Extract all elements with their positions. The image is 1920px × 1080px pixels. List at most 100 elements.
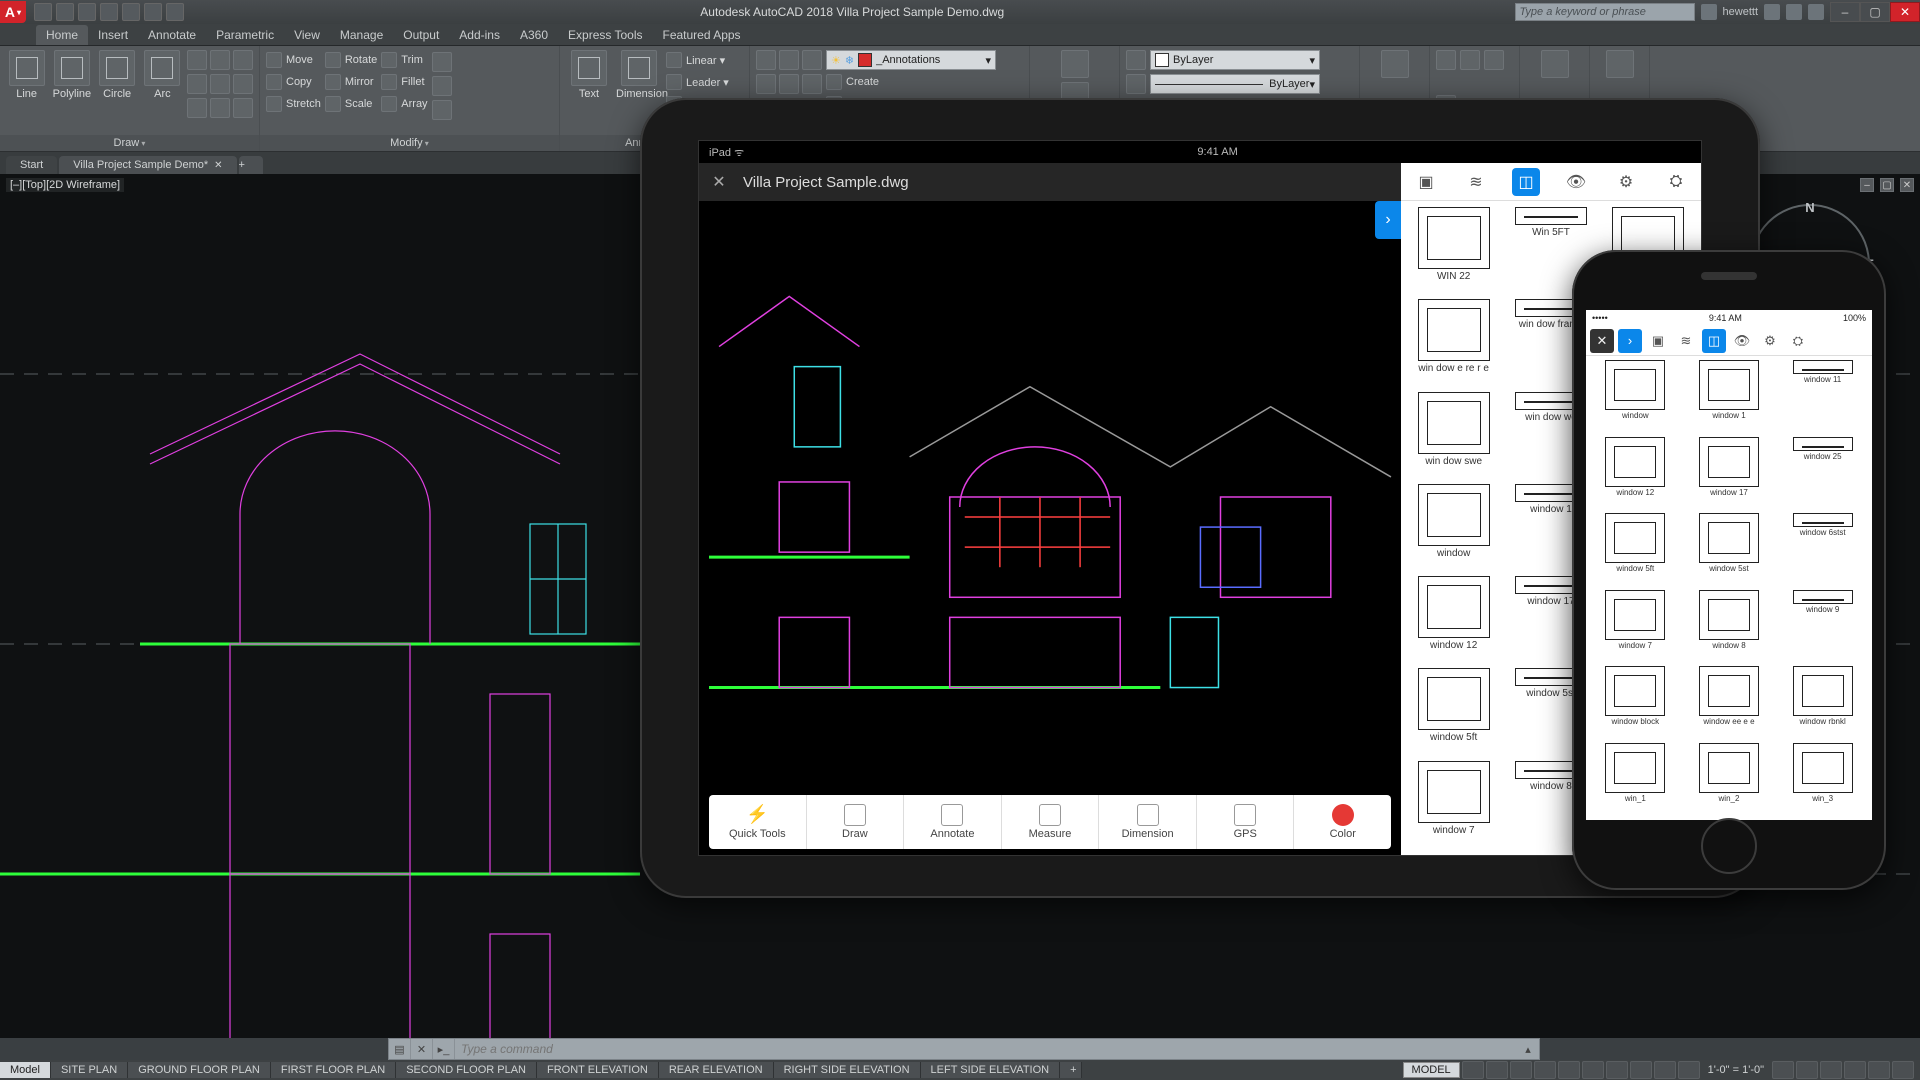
status-polar-icon[interactable] (1534, 1061, 1556, 1079)
rotate-tool[interactable]: Rotate (325, 50, 377, 70)
ipad-tool-quick-tools[interactable]: ⚡Quick Tools (709, 795, 807, 849)
util-select-icon[interactable] (1460, 50, 1480, 70)
iphone-collapse-icon[interactable]: › (1618, 329, 1642, 353)
ipad-block-item[interactable]: win dow swe (1407, 392, 1500, 480)
dimension-tool[interactable]: Dimension (616, 50, 662, 100)
ribbon-tab-express-tools[interactable]: Express Tools (558, 25, 652, 45)
status-model[interactable]: MODEL (1403, 1062, 1460, 1078)
command-line[interactable]: ▤ ✕ ▸_ ▴ (388, 1038, 1540, 1060)
iphone-block-item[interactable]: win_1 (1590, 743, 1681, 817)
draw-extra-icon[interactable] (187, 98, 207, 118)
status-scale[interactable]: 1'-0" = 1'-0" (1702, 1064, 1770, 1076)
ipad-tool-dimension[interactable]: Dimension (1099, 795, 1197, 849)
status-grid-icon[interactable] (1462, 1061, 1484, 1079)
iphone-block-item[interactable]: win_3 (1777, 743, 1868, 817)
draw-extra-icon[interactable] (210, 50, 230, 70)
iphone-block-item[interactable]: window 8 (1684, 590, 1775, 664)
layout-tab-first-floor-plan[interactable]: FIRST FLOOR PLAN (271, 1062, 396, 1078)
ribbon-tab-a360[interactable]: A360 (510, 25, 558, 45)
iphone-block-item[interactable]: window 7 (1590, 590, 1681, 664)
layer-create-button[interactable]: Create (826, 72, 996, 92)
status-osnap-icon[interactable] (1582, 1061, 1604, 1079)
stretch-tool[interactable]: Stretch (266, 94, 321, 114)
panel-title-draw[interactable]: Draw (0, 135, 259, 151)
layer-b3-icon[interactable] (802, 50, 822, 70)
ipad-side-layout-icon[interactable]: ▣ (1412, 168, 1440, 196)
ipad-side-view-icon[interactable]: 👁 (1562, 168, 1590, 196)
qat-open-icon[interactable] (56, 3, 74, 21)
layer-b2-icon[interactable] (779, 50, 799, 70)
draw-extra-icon[interactable] (233, 98, 253, 118)
qat-new-icon[interactable] (34, 3, 52, 21)
qat-save-icon[interactable] (78, 3, 96, 21)
iphone-block-item[interactable]: window 9 (1777, 590, 1868, 664)
layer-dropdown[interactable]: ☀❄_Annotations▾ (826, 50, 996, 70)
ipad-side-collapse-icon[interactable]: › (1375, 201, 1401, 239)
layout-tab-site-plan[interactable]: SITE PLAN (51, 1062, 128, 1078)
view-base-icon[interactable] (1606, 50, 1634, 78)
minimize-button[interactable]: – (1830, 2, 1860, 22)
qat-saveas-icon[interactable] (100, 3, 118, 21)
cmd-close-icon[interactable]: ✕ (411, 1039, 433, 1059)
status-cust-icon[interactable] (1892, 1061, 1914, 1079)
ipad-side-layers-icon[interactable]: ≋ (1462, 168, 1490, 196)
iphone-block-item[interactable]: window 11 (1777, 360, 1868, 434)
move-tool[interactable]: Move (266, 50, 321, 70)
command-input[interactable] (455, 1042, 1517, 1056)
layer-b5-icon[interactable] (779, 74, 799, 94)
doc-tab-1[interactable]: Villa Project Sample Demo*✕ (59, 156, 236, 174)
help-search-input[interactable]: Type a keyword or phrase (1515, 3, 1695, 21)
qat-undo-icon[interactable] (144, 3, 162, 21)
iphone-layers-icon[interactable]: ≋ (1674, 329, 1698, 353)
paste-icon[interactable] (1541, 50, 1569, 78)
iphone-block-item[interactable]: window (1590, 360, 1681, 434)
mirror-tool[interactable]: Mirror (325, 72, 377, 92)
iphone-close-icon[interactable]: ✕ (1590, 329, 1614, 353)
ribbon-tab-featured-apps[interactable]: Featured Apps (653, 25, 751, 45)
modify-extra3-icon[interactable] (432, 100, 452, 120)
fillet-tool[interactable]: Fillet (381, 72, 427, 92)
iphone-block-item[interactable]: window 1 (1684, 360, 1775, 434)
qat-plot-icon[interactable] (122, 3, 140, 21)
leader-tool[interactable]: Leader ▾ (666, 72, 729, 92)
iphone-layout-icon[interactable]: ▣ (1646, 329, 1670, 353)
ipad-block-item[interactable]: WIN 22 (1407, 207, 1500, 295)
status-ann-icon[interactable] (1678, 1061, 1700, 1079)
copy-tool[interactable]: Copy (266, 72, 321, 92)
iphone-block-item[interactable]: window ee e e (1684, 666, 1775, 740)
circle-tool[interactable]: Circle (97, 50, 138, 100)
scale-tool[interactable]: Scale (325, 94, 377, 114)
layer-b1-icon[interactable] (756, 50, 776, 70)
ipad-block-item[interactable]: window (1407, 484, 1500, 572)
help-icon[interactable] (1808, 4, 1824, 20)
qat-redo-icon[interactable] (166, 3, 184, 21)
ribbon-tab-parametric[interactable]: Parametric (206, 25, 284, 45)
ipad-block-item[interactable]: win dow e re r e (1407, 299, 1500, 387)
iphone-block-item[interactable]: window 5ft (1590, 513, 1681, 587)
signin-icon[interactable] (1701, 4, 1717, 20)
group-icon[interactable] (1381, 50, 1409, 78)
polyline-tool[interactable]: Polyline (51, 50, 92, 100)
draw-extra-icon[interactable] (233, 74, 253, 94)
ipad-tool-gps[interactable]: GPS (1197, 795, 1295, 849)
line-tool[interactable]: Line (6, 50, 47, 100)
draw-extra-icon[interactable] (233, 50, 253, 70)
prop-list-icon[interactable] (1126, 74, 1146, 94)
draw-extra-icon[interactable] (187, 74, 207, 94)
iphone-block-item[interactable]: window 6stst (1777, 513, 1868, 587)
doc-tab-new-button[interactable]: + (239, 156, 263, 174)
draw-extra-icon[interactable] (210, 74, 230, 94)
ipad-tool-color[interactable]: Color (1294, 795, 1391, 849)
ipad-close-icon[interactable]: ✕ (707, 170, 731, 194)
ipad-side-blocks-icon[interactable]: ◫ (1512, 168, 1540, 196)
ipad-side-adjust-icon[interactable]: ⚙ (1612, 168, 1640, 196)
ribbon-tab-output[interactable]: Output (393, 25, 449, 45)
ipad-side-settings-icon[interactable]: ⛭ (1662, 168, 1690, 196)
layout-tab-rear-elevation[interactable]: REAR ELEVATION (659, 1062, 774, 1078)
status-ortho-icon[interactable] (1510, 1061, 1532, 1079)
block-insert-icon[interactable] (1061, 50, 1089, 78)
cmd-expand-icon[interactable]: ▴ (1517, 1039, 1539, 1059)
iphone-block-item[interactable]: window 25 (1777, 437, 1868, 511)
modify-extra1-icon[interactable] (432, 52, 452, 72)
exchange-icon[interactable] (1764, 4, 1780, 20)
